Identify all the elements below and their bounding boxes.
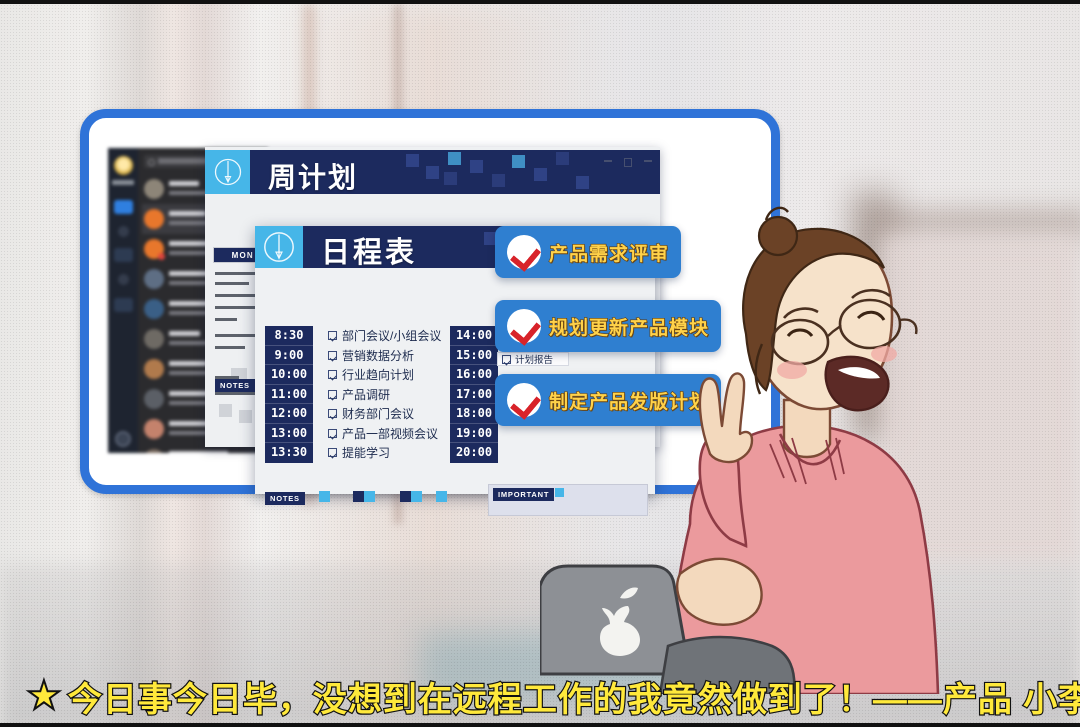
avatar (144, 179, 164, 199)
caption-bar: ★ 今日事今日毕，没想到在远程工作的我竟然做到了！——产品 小李 (0, 665, 1080, 727)
swatch (353, 491, 364, 502)
window-controls[interactable] (604, 156, 656, 168)
time-slot: 9:00 (265, 346, 313, 365)
minimize-icon[interactable] (604, 160, 612, 162)
time-slot: 8:30 (265, 326, 313, 346)
gear-icon[interactable] (115, 431, 131, 447)
task-label: 财务部门会议 (342, 407, 415, 422)
rail-item-files[interactable] (114, 248, 133, 262)
checkbox-icon[interactable] (328, 389, 337, 399)
task-label: 提能学习 (342, 446, 391, 461)
star-icon: ★ (25, 674, 63, 718)
checkbox-icon[interactable] (328, 428, 337, 438)
page-title: 日程表 (321, 237, 418, 268)
chat-name (169, 331, 200, 336)
pencil-circle-icon (255, 226, 303, 268)
swatch (319, 491, 330, 502)
swatch (411, 491, 422, 502)
chat-name (169, 211, 206, 216)
rail-item-chats[interactable] (114, 200, 133, 214)
chat-name (169, 451, 228, 453)
chat-name (169, 181, 199, 186)
red-check-icon (507, 235, 541, 269)
rail-item-apps[interactable] (118, 274, 129, 285)
red-check-icon (507, 383, 541, 417)
task-label: 营销数据分析 (342, 348, 415, 363)
swatch (400, 491, 411, 502)
checkbox-icon[interactable] (328, 448, 337, 458)
avatar[interactable] (114, 156, 133, 175)
rail-label (112, 180, 134, 185)
maximize-icon[interactable] (624, 158, 632, 167)
time-slot: 17:00 (450, 385, 498, 404)
avatar (144, 329, 164, 349)
time-slot: 12:00 (265, 404, 313, 424)
unread-badge (158, 253, 165, 260)
search-icon (148, 159, 155, 166)
avatar (144, 209, 164, 229)
chat-rail (108, 148, 138, 453)
avatar (144, 269, 164, 289)
weekly-notes-tag: NOTES (215, 379, 255, 392)
time-slot: 15:00 (450, 346, 498, 365)
caption-bottom-border (0, 723, 1080, 727)
swatch (436, 491, 447, 502)
time-slot: 19:00 (450, 424, 498, 443)
notes-label: NOTES (265, 492, 305, 505)
pencil-circle-icon (205, 150, 250, 194)
avatar (144, 449, 164, 453)
morning-time-column: 8:30 9:00 10:00 11:00 12:00 13:00 13:30 (265, 326, 313, 463)
task-label: 产品一部视频会议 (342, 426, 439, 441)
avatar (144, 299, 164, 319)
swatch (364, 491, 375, 502)
screenshot-stage: 周计划 MONTUEWEDTHUFRISATSUN (0, 0, 1080, 727)
time-slot: 10:00 (265, 365, 313, 385)
time-slot: 16:00 (450, 365, 498, 385)
red-check-icon (507, 309, 541, 343)
task-label: 行业趋向计划 (342, 368, 415, 383)
task-label: 产品调研 (342, 387, 391, 402)
checkbox-icon[interactable] (328, 409, 337, 419)
notes-row: NOTES (265, 488, 447, 510)
weekly-plan-titlebar: 周计划 (205, 150, 660, 194)
afternoon-time-column: 14:00 15:00 16:00 17:00 18:00 19:00 20:00 (450, 326, 498, 463)
rail-item-more[interactable] (114, 298, 133, 312)
checkbox-icon[interactable] (328, 370, 337, 380)
page-title: 周计划 (268, 162, 359, 193)
avatar (144, 419, 164, 439)
checkbox-icon[interactable] (328, 331, 337, 341)
avatar (144, 389, 164, 409)
rail-item-contacts[interactable] (118, 226, 129, 237)
person-illustration (540, 206, 940, 694)
caption-text: 今日事今日毕，没想到在远程工作的我竟然做到了！——产品 小李 (67, 679, 1080, 719)
time-slot: 20:00 (455, 445, 493, 459)
task-label: 部门会议/小组会议 (342, 329, 442, 344)
time-slot: 14:00 (450, 326, 498, 346)
time-slot: 13:00 (265, 424, 313, 443)
checkbox-icon[interactable] (502, 354, 511, 364)
time-slot: 13:30 (270, 445, 308, 459)
time-slot: 11:00 (265, 385, 313, 404)
chat-name (169, 361, 207, 366)
time-slot: 18:00 (450, 404, 498, 424)
avatar (144, 359, 164, 379)
close-icon[interactable] (644, 160, 652, 162)
checkbox-icon[interactable] (328, 350, 337, 360)
